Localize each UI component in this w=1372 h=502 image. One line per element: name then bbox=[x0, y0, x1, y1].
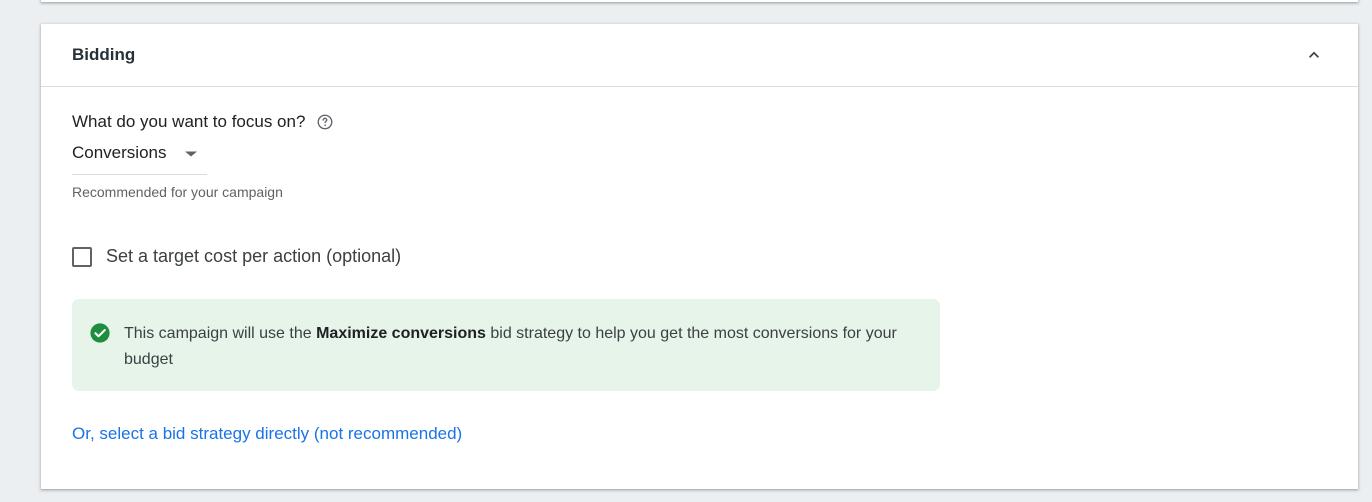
chevron-up-icon bbox=[1309, 51, 1319, 58]
strategy-info-text: This campaign will use the Maximize conv… bbox=[124, 321, 924, 373]
target-cpa-option[interactable]: Set a target cost per action (optional) bbox=[72, 246, 401, 267]
help-icon[interactable] bbox=[316, 113, 334, 131]
focus-question-row: What do you want to focus on? bbox=[72, 112, 334, 132]
strategy-name: Maximize conversions bbox=[316, 325, 486, 342]
check-circle-icon bbox=[90, 323, 110, 343]
select-bid-strategy-link[interactable]: Or, select a bid strategy directly (not … bbox=[72, 424, 462, 444]
strategy-info-box: This campaign will use the Maximize conv… bbox=[72, 299, 940, 391]
bidding-card: Bidding What do you want to focus on? Co… bbox=[41, 24, 1358, 489]
dropdown-arrow-icon bbox=[185, 151, 197, 157]
bidding-card-header[interactable]: Bidding bbox=[41, 24, 1358, 87]
section-title: Bidding bbox=[72, 45, 136, 64]
info-prefix: This campaign will use the bbox=[124, 325, 317, 342]
focus-question-label: What do you want to focus on? bbox=[72, 112, 306, 131]
focus-dropdown-value: Conversions bbox=[72, 143, 167, 162]
target-cpa-label: Set a target cost per action (optional) bbox=[106, 246, 402, 266]
focus-hint: Recommended for your campaign bbox=[72, 184, 283, 200]
target-cpa-checkbox[interactable] bbox=[72, 246, 92, 267]
collapse-button[interactable] bbox=[1300, 41, 1328, 69]
focus-dropdown[interactable]: Conversions bbox=[72, 141, 207, 175]
previous-section-card bbox=[41, 0, 1358, 2]
